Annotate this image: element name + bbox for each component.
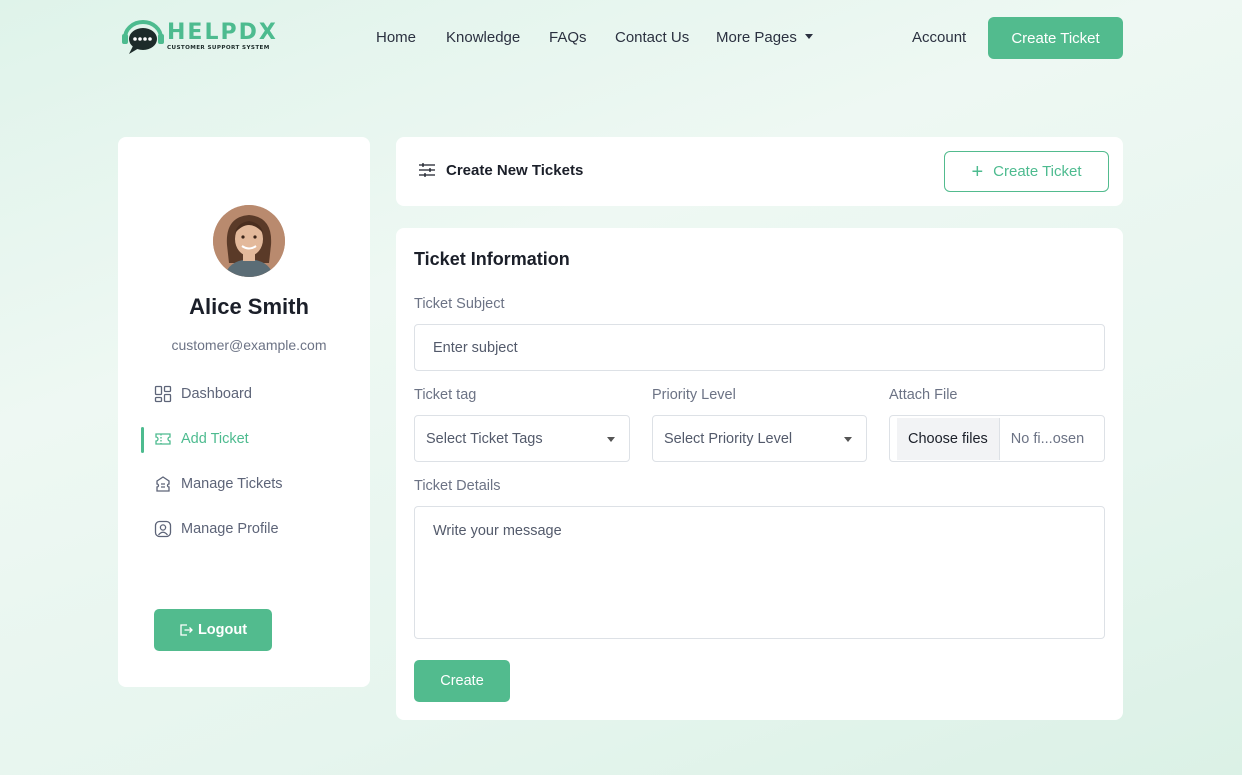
sidebar-item-add-ticket[interactable]: Add Ticket: [154, 426, 249, 452]
nav-more-pages[interactable]: More Pages: [716, 29, 813, 46]
ticket-tag-value: Select Ticket Tags: [426, 430, 543, 447]
ticket-tag-select[interactable]: Select Ticket Tags: [414, 415, 630, 462]
nav-home[interactable]: Home: [376, 29, 416, 46]
priority-value: Select Priority Level: [664, 430, 793, 447]
create-submit-button[interactable]: Create: [414, 660, 510, 702]
user-photo-icon: [213, 205, 285, 277]
choose-files-button[interactable]: Choose files: [897, 417, 1000, 460]
plus-icon: +: [971, 160, 984, 183]
header-create-ticket-button[interactable]: Create Ticket: [988, 17, 1123, 59]
sidebar-item-label: Dashboard: [181, 386, 252, 402]
chevron-down-icon: [607, 437, 615, 442]
details-label: Ticket Details: [414, 478, 501, 494]
chevron-down-icon: [844, 437, 852, 442]
avatar: [213, 205, 285, 277]
section-title-label: Create New Tickets: [446, 161, 584, 179]
file-status: No fi...osen: [1010, 430, 1085, 447]
brand-name: HELPDX: [167, 20, 278, 45]
helpdesk-logo-icon: [122, 20, 164, 54]
details-textarea[interactable]: Write your message: [414, 506, 1105, 639]
nav-more-pages-label: More Pages: [716, 29, 797, 46]
create-ticket-outline-label: Create Ticket: [993, 163, 1082, 180]
create-ticket-outline-button[interactable]: + Create Ticket: [944, 151, 1109, 192]
brand-logo[interactable]: HELPDX CUSTOMER SUPPORT SYSTEM: [121, 18, 276, 58]
ticket-form: Ticket Information Ticket Subject Enter …: [396, 228, 1123, 720]
ticket-icon: [155, 433, 171, 445]
sidebar-item-label: Manage Profile: [181, 521, 279, 537]
subject-input[interactable]: Enter subject: [414, 324, 1105, 371]
tickets-icon: [156, 476, 170, 492]
subject-label: Ticket Subject: [414, 296, 505, 312]
nav-knowledge[interactable]: Knowledge: [446, 29, 520, 46]
nav-contact-us[interactable]: Contact Us: [615, 29, 689, 46]
dashboard-icon: [154, 385, 172, 403]
priority-label: Priority Level: [652, 387, 736, 403]
brand-tagline: CUSTOMER SUPPORT SYSTEM: [167, 45, 270, 51]
logout-label: Logout: [197, 622, 248, 638]
active-indicator: [141, 427, 144, 453]
user-email: customer@example.com: [171, 337, 327, 353]
sliders-icon: [419, 163, 435, 177]
sidebar-item-label: Add Ticket: [181, 431, 249, 447]
site-header: HELPDX CUSTOMER SUPPORT SYSTEM Home Know…: [0, 0, 1242, 76]
logout-icon: [180, 624, 193, 636]
user-name: Alice Smith: [189, 294, 309, 319]
nav-faqs[interactable]: FAQs: [549, 29, 587, 46]
sidebar-item-manage-profile[interactable]: Manage Profile: [154, 516, 279, 542]
nav-account[interactable]: Account: [912, 29, 966, 46]
profile-icon: [154, 520, 172, 538]
sidebar-item-dashboard[interactable]: Dashboard: [154, 381, 252, 407]
create-tickets-header: Create New Tickets + Create Ticket: [396, 137, 1123, 206]
profile-sidebar: Alice Smith customer@example.com Dashboa…: [118, 137, 370, 687]
file-input[interactable]: Choose files No fi...osen: [889, 415, 1105, 462]
logout-button[interactable]: Logout: [154, 609, 272, 651]
sidebar-item-label: Manage Tickets: [181, 476, 283, 492]
form-title: Ticket Information: [414, 249, 570, 269]
section-title: Create New Tickets: [418, 161, 583, 179]
chevron-down-icon: [804, 33, 813, 39]
priority-select[interactable]: Select Priority Level: [652, 415, 867, 462]
attach-file-label: Attach File: [889, 387, 958, 403]
tag-label: Ticket tag: [414, 387, 477, 403]
sidebar-item-manage-tickets[interactable]: Manage Tickets: [154, 471, 283, 497]
